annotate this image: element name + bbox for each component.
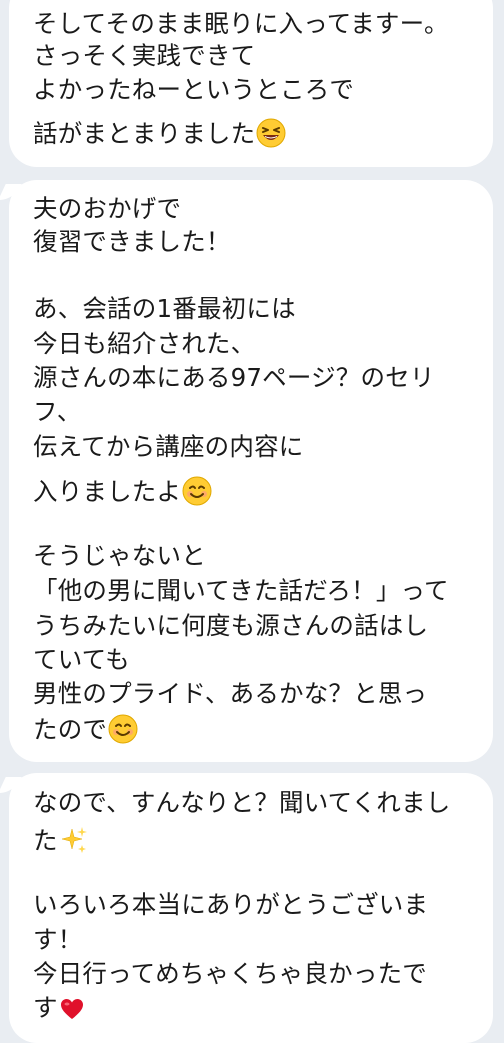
message-text-line: うちみたいに何度も源さんの話はし (33, 611, 429, 640)
message-text-line: さっそく実践できて (33, 41, 256, 70)
message-bubble[interactable]: なので、すんなりと？聞いてくれまし た いろいろ本当にありがとうございま す！ … (9, 773, 493, 1043)
message-text-line: あ、会話の1番最初には (33, 294, 296, 323)
message-bubble[interactable]: 夫のおかげで 復習できました！ あ、会話の1番最初には 今日も紹介された、 源さ… (9, 180, 493, 762)
smiling-face-emoji-icon (182, 476, 212, 512)
message-text: 話がまとまりました (33, 119, 256, 148)
chat-thread: そしてそのまま眠りに入ってますー。 さっそく実践できて よかったねーというところ… (0, 0, 504, 1043)
message-text-line: 伝えてから講座の内容に (33, 432, 304, 461)
message-text-line: よかったねーというところで (33, 75, 355, 104)
message-text-line: ていても (33, 645, 130, 674)
message-text: 入りましたよ (33, 477, 182, 506)
message-text-line: 男性のプライド、あるかな？と思っ (33, 679, 428, 708)
message-text-line: 今日行ってめちゃくちゃ良かったで (33, 959, 427, 988)
smiling-face-emoji-icon (108, 714, 138, 750)
message-text: た (33, 826, 58, 855)
message-text-line: いろいろ本当にありがとうございま (33, 890, 429, 919)
message-text-line: そしてそのまま眠りに入ってますー。 (33, 9, 449, 38)
message-text: たので (33, 715, 108, 744)
message-text-line-with-emoji: たので (33, 714, 483, 750)
message-text-line-with-emoji: 入りましたよ (33, 476, 483, 512)
message-bubble[interactable]: そしてそのまま眠りに入ってますー。 さっそく実践できて よかったねーというところ… (9, 0, 493, 167)
red-heart-emoji-icon (59, 996, 85, 1028)
message-text-line-with-emoji: 話がまとまりました (33, 118, 483, 154)
message-text-line: す！ (33, 925, 83, 954)
message-text-line-with-emoji: た (33, 825, 483, 861)
laughing-squint-face-emoji-icon (256, 118, 286, 154)
message-text-line: 源さんの本にある97ページ？のセリ (33, 363, 435, 392)
message-text-line: 夫のおかげで (33, 194, 182, 223)
message-text-line: そうじゃないと (33, 541, 206, 570)
message-text-line-with-emoji: す (33, 994, 483, 1028)
message-text-line: フ、 (33, 397, 82, 426)
message-text-line: 今日も紹介された、 (33, 329, 256, 358)
sparkles-emoji-icon (59, 825, 89, 861)
message-text-line: 「他の男に聞いてきた話だろ！」って (33, 576, 449, 605)
message-text: す (33, 993, 58, 1022)
message-text-line: なので、すんなりと？聞いてくれまし (33, 788, 451, 817)
message-text-line: 復習できました！ (33, 227, 231, 256)
